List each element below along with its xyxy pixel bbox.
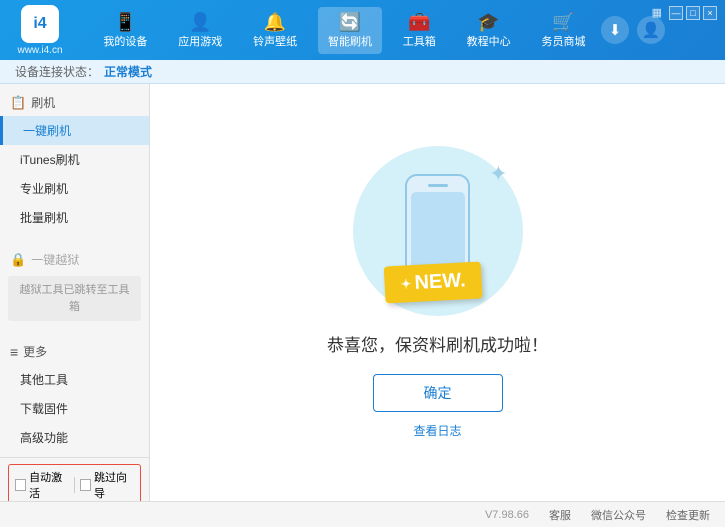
logo-char: i4 — [33, 15, 46, 33]
jailbreak-lock-icon: 🔒 — [10, 252, 26, 268]
content-area: ✦ ✦ NEW. 恭喜您，保资料刷机成功啦！ 确定 — [150, 84, 725, 501]
footer-check-update[interactable]: 检查更新 — [666, 507, 710, 523]
sidebar-header-jailbreak: 🔒 一键越狱 — [0, 246, 149, 273]
success-illustration: ✦ ✦ NEW. — [353, 146, 523, 316]
footer: V7.98.66 客服 微信公众号 检查更新 — [0, 501, 725, 527]
close-button[interactable]: × — [703, 6, 717, 20]
nav-app-games[interactable]: 👤 应用游戏 — [168, 7, 232, 54]
auto-activate-checkbox[interactable]: 自动激活 — [15, 469, 69, 501]
sidebar-header-more: ≡ 更多 — [0, 338, 149, 365]
device-section: 自动激活 跳过向导 📱 iPhone 15 Pro Max 512GB iPho… — [0, 457, 149, 501]
user-icon[interactable]: 👤 — [637, 16, 665, 44]
sidebar-item-other-tools[interactable]: 其他工具 — [0, 365, 149, 394]
main-nav: 📱 我的设备 👤 应用游戏 🔔 铃声壁纸 🔄 智能刷机 🧰 工具箱 🎓 教程中心… — [88, 7, 601, 54]
logo-sub: www.i4.cn — [17, 45, 62, 56]
sidebar-section-jailbreak: 🔒 一键越狱 越狱工具已跳转至工具箱 — [0, 241, 149, 329]
sidebar: 📋 刷机 一键刷机 iTunes刷机 专业刷机 批量刷机 🔒 一键越狱 — [0, 84, 150, 501]
sidebar-header-flash: 📋 刷机 — [0, 89, 149, 116]
status-bar: 设备连接状态： 正常模式 — [0, 60, 725, 84]
nav-tools[interactable]: 🧰 工具箱 — [393, 7, 446, 54]
confirm-button[interactable]: 确定 — [373, 374, 503, 412]
top-right-actions: ⬇ 👤 — [601, 16, 665, 44]
sidebar-item-one-key-flash[interactable]: 一键刷机 — [0, 116, 149, 145]
more-icon: ≡ — [10, 344, 18, 360]
nav-smart-flash[interactable]: 🔄 智能刷机 — [318, 7, 382, 54]
status-prefix: 设备连接状态： — [15, 63, 99, 80]
app-logo: i4 www.i4.cn — [10, 5, 70, 56]
phone-screen — [411, 192, 465, 272]
nav-my-device[interactable]: 📱 我的设备 — [93, 7, 157, 54]
nav-tutorials[interactable]: 🎓 教程中心 — [457, 7, 521, 54]
success-text: 恭喜您，保资料刷机成功啦！ — [327, 331, 548, 356]
sparkle-icon: ✦ — [489, 161, 507, 187]
sidebar-item-download-firmware[interactable]: 下载固件 — [0, 394, 149, 423]
footer-wechat[interactable]: 微信公众号 — [591, 507, 646, 523]
flash-icon: 📋 — [10, 95, 26, 111]
new-badge: ✦ NEW. — [384, 264, 481, 301]
footer-version: V7.98.66 — [485, 509, 529, 521]
sidebar-section-more: ≡ 更多 其他工具 下载固件 高级功能 — [0, 333, 149, 457]
window-controls: ▦ — □ × — [652, 6, 717, 20]
sidebar-item-pro-flash[interactable]: 专业刷机 — [0, 174, 149, 203]
sidebar-item-advanced[interactable]: 高级功能 — [0, 423, 149, 452]
download-icon[interactable]: ⬇ — [601, 16, 629, 44]
auto-options-bar: 自动激活 跳过向导 — [8, 464, 141, 501]
wifi-icon: ▦ — [652, 6, 662, 20]
minimize-button[interactable]: — — [669, 6, 683, 20]
maximize-button[interactable]: □ — [686, 6, 700, 20]
sidebar-item-batch-flash[interactable]: 批量刷机 — [0, 203, 149, 232]
status-mode: 正常模式 — [104, 63, 152, 80]
jailbreak-notice: 越狱工具已跳转至工具箱 — [8, 276, 141, 321]
nav-service[interactable]: 🛒 务员商城 — [531, 7, 595, 54]
footer-customer-service[interactable]: 客服 — [549, 507, 571, 523]
nav-ringtones[interactable]: 🔔 铃声壁纸 — [243, 7, 307, 54]
view-log-link[interactable]: 查看日志 — [413, 422, 461, 439]
skip-guide-checkbox[interactable]: 跳过向导 — [80, 469, 134, 501]
sidebar-item-itunes-flash[interactable]: iTunes刷机 — [0, 145, 149, 174]
phone-circle: ✦ ✦ NEW. — [353, 146, 523, 316]
sidebar-section-flash: 📋 刷机 一键刷机 iTunes刷机 专业刷机 批量刷机 — [0, 84, 149, 237]
